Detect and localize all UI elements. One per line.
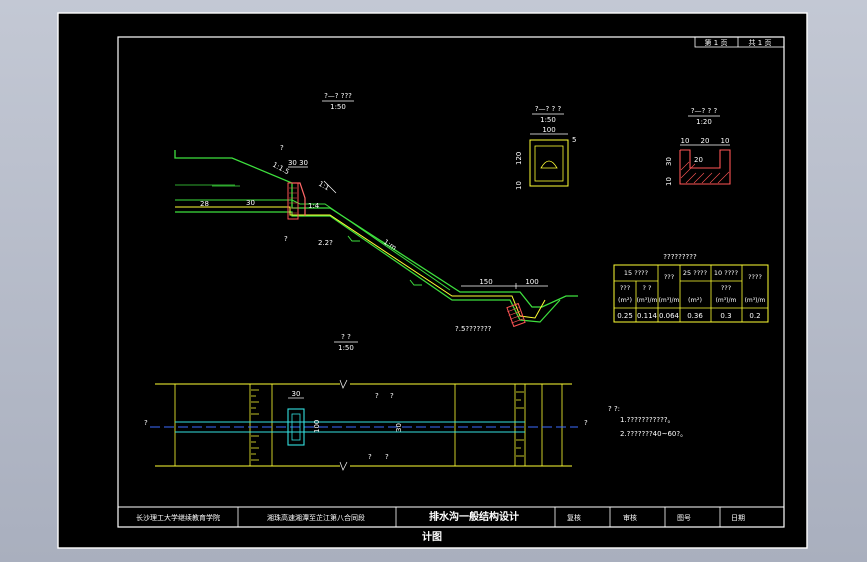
checked-label: 复核 xyxy=(567,513,581,522)
table-header-2: ??? xyxy=(664,273,674,281)
detail-a-dim-10: 10 xyxy=(515,181,523,190)
plan-dim-30b: 30 xyxy=(395,423,403,432)
detail-b-dim-30: 30 xyxy=(665,157,673,166)
table-unit-6: (m³)/m xyxy=(745,297,766,304)
detail-b-dim-10b: 10 xyxy=(721,137,730,145)
total-pages-label: 共 1 页 xyxy=(749,38,772,47)
table-unit-5: (m³)/m xyxy=(716,297,737,304)
detail-a-dim-100: 100 xyxy=(542,126,555,134)
table-sub-1: ??? xyxy=(620,284,630,292)
detail-a-dim-5: 5 xyxy=(572,136,576,144)
detail-b-scale: 1:20 xyxy=(696,118,712,126)
table-header-1: 15 ???? xyxy=(624,269,648,277)
slope-1-4: 1:4 xyxy=(308,202,320,210)
table-header-3: 25 ???? xyxy=(683,269,707,277)
table-unit-2: (m³)/m xyxy=(637,297,658,304)
table-sub-4: ??? xyxy=(721,284,731,292)
table-value-2: 0.114 xyxy=(637,312,658,320)
detail-b-inner-20: 20 xyxy=(694,156,703,164)
plan-label-left: ? xyxy=(144,419,148,427)
plan-label-q3: ? xyxy=(368,453,372,461)
table-unit-4: (m²) xyxy=(688,296,702,304)
notes-line-1: 1.???????????。 xyxy=(620,416,675,424)
notes-heading: ? ?: xyxy=(608,405,620,413)
dim-2-2: 2.2? xyxy=(318,239,333,247)
drawing-canvas: 第 1 页 共 1 页 ?—? ??? 1:50 30 30 1:1.5 1:1… xyxy=(57,12,808,549)
detail-a-dim-120: 120 xyxy=(515,152,523,165)
detail-b-dim-20: 20 xyxy=(701,137,710,145)
detail-b-title: ?—? ? ? xyxy=(691,107,718,115)
table-title: ????????? xyxy=(663,253,697,261)
table-value-5: 0.3 xyxy=(720,312,731,320)
plan-label-q4: ? xyxy=(385,453,389,461)
project-name: 湘珠高速湘潭至芷江第八合同段 xyxy=(267,513,365,522)
table-value-1: 0.25 xyxy=(617,312,633,320)
table-header-4: 10 ???? xyxy=(714,269,738,277)
detail-b-dim-10c: 10 xyxy=(665,177,673,186)
table-sub-2: ? ? xyxy=(643,284,652,292)
drawing-title-line-2: 计图 xyxy=(422,530,442,543)
plan-view-scale: 1:50 xyxy=(338,344,354,352)
notes-line-2: 2.???????40~60?。 xyxy=(620,430,687,438)
plan-dim-100: 100 xyxy=(313,420,321,433)
plan-label-q2: ? xyxy=(390,392,394,400)
callout-q-2: ? xyxy=(284,235,288,243)
main-section-scale: 1:50 xyxy=(330,103,346,111)
table-value-4: 0.36 xyxy=(687,312,703,320)
table-unit-1: (m²) xyxy=(618,296,632,304)
dim-30-30: 30 30 xyxy=(288,159,308,167)
plan-view-title: ? ? xyxy=(341,333,351,341)
reviewed-label: 审核 xyxy=(623,513,637,522)
table-value-6: 0.2 xyxy=(749,312,760,320)
date-label: 日期 xyxy=(731,514,745,522)
drawing-number-label: 图号 xyxy=(677,514,691,522)
detail-a-title: ?—? ? ? xyxy=(535,105,562,113)
page-label: 第 1 页 xyxy=(705,38,728,47)
drawing-title-line-1: 排水沟一般结构设计 xyxy=(429,510,519,523)
detail-a-scale: 1:50 xyxy=(540,116,556,124)
dim-30: 30 xyxy=(246,199,255,207)
school-name: 长沙理工大学继续教育学院 xyxy=(136,513,220,522)
dim-150: 150 xyxy=(479,278,492,286)
callout-q-1: ? xyxy=(280,144,284,152)
detail-b-dim-10a: 10 xyxy=(681,137,690,145)
cad-viewport[interactable]: 第 1 页 共 1 页 ?—? ??? 1:50 30 30 1:1.5 1:1… xyxy=(0,0,867,562)
model-space-background xyxy=(58,13,807,548)
gutter-label: ?.5??????? xyxy=(455,325,492,333)
dim-28: 28 xyxy=(200,200,209,208)
table-header-5: ???? xyxy=(748,273,762,281)
plan-dim-30: 30 xyxy=(292,390,301,398)
main-section-title: ?—? ??? xyxy=(324,92,352,100)
plan-label-right: ? xyxy=(584,419,588,427)
table-value-3: 0.064 xyxy=(659,312,680,320)
table-unit-3: (m³)/m xyxy=(659,297,680,304)
plan-label-q1: ? xyxy=(375,392,379,400)
dim-100: 100 xyxy=(525,278,538,286)
